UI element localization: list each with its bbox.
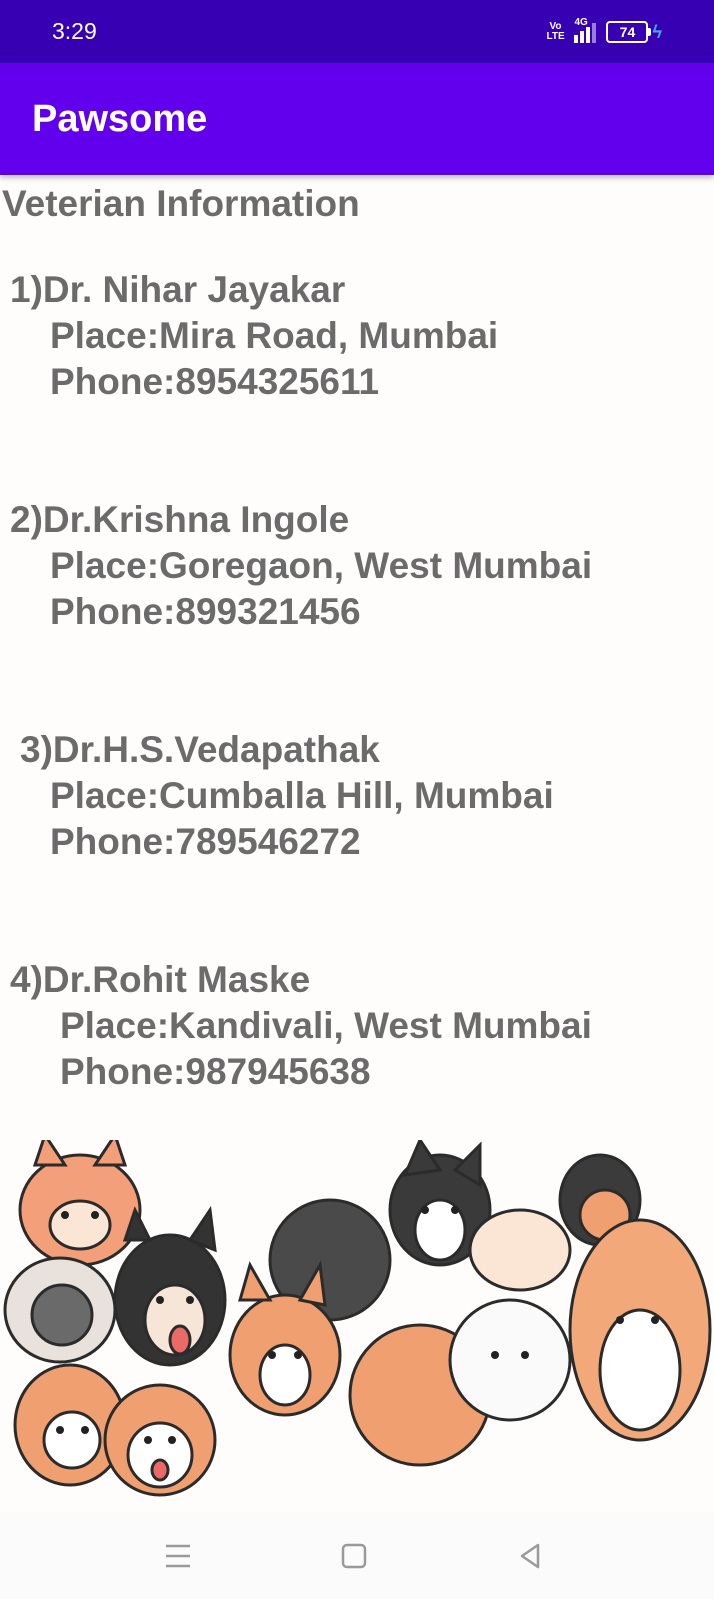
- status-time: 3:29: [52, 18, 97, 44]
- volte-icon: Vo LTE: [546, 21, 565, 42]
- network-type: 4G: [574, 17, 588, 28]
- signal-icon: 4G: [574, 17, 597, 43]
- vet-card: 3)Dr.H.S.Vedapathak Place:Cumballa Hill,…: [20, 727, 554, 865]
- vet-phone: Phone:8954325611: [50, 361, 380, 402]
- vet-phone: Phone:899321456: [50, 591, 361, 632]
- vet-place: Place:Mira Road, Mumbai: [50, 315, 499, 356]
- vet-card: 2)Dr.Krishna Ingole Place:Goregaon, West…: [10, 497, 592, 635]
- dogs-image: [3, 1140, 712, 1497]
- vet-phone: Phone:987945638: [60, 1051, 371, 1092]
- dogs-illustration: [0, 1140, 714, 1512]
- page-title: Veterian Information: [2, 183, 360, 224]
- navigation-bar: [0, 1512, 714, 1599]
- vet-place: Place:Cumballa Hill, Mumbai: [50, 775, 554, 816]
- back-icon[interactable]: [510, 1536, 550, 1576]
- vet-name: 3)Dr.H.S.Vedapathak: [20, 729, 380, 770]
- battery-icon: 74: [606, 21, 652, 43]
- vet-phone: Phone:789546272: [50, 821, 361, 862]
- status-icons: Vo LTE 4G 74 ϟ: [546, 17, 662, 46]
- vet-name: 2)Dr.Krishna Ingole: [10, 499, 350, 540]
- vet-place: Place:Goregaon, West Mumbai: [50, 545, 593, 586]
- app-bar: Pawsome: [0, 63, 714, 175]
- vet-card: 4)Dr.Rohit Maske Place:Kandivali, West M…: [10, 957, 592, 1095]
- vet-card: 1)Dr. Nihar Jayakar Place:Mira Road, Mum…: [10, 267, 498, 405]
- home-icon[interactable]: [334, 1536, 374, 1576]
- app-title: Pawsome: [32, 98, 208, 140]
- status-bar: 3:29 Vo LTE 4G 74 ϟ: [0, 0, 714, 63]
- vet-name: 4)Dr.Rohit Maske: [10, 959, 311, 1000]
- vet-name: 1)Dr. Nihar Jayakar: [10, 269, 346, 310]
- charging-icon: ϟ: [652, 21, 662, 42]
- vet-place: Place:Kandivali, West Mumbai: [60, 1005, 592, 1046]
- menu-icon[interactable]: [158, 1536, 198, 1576]
